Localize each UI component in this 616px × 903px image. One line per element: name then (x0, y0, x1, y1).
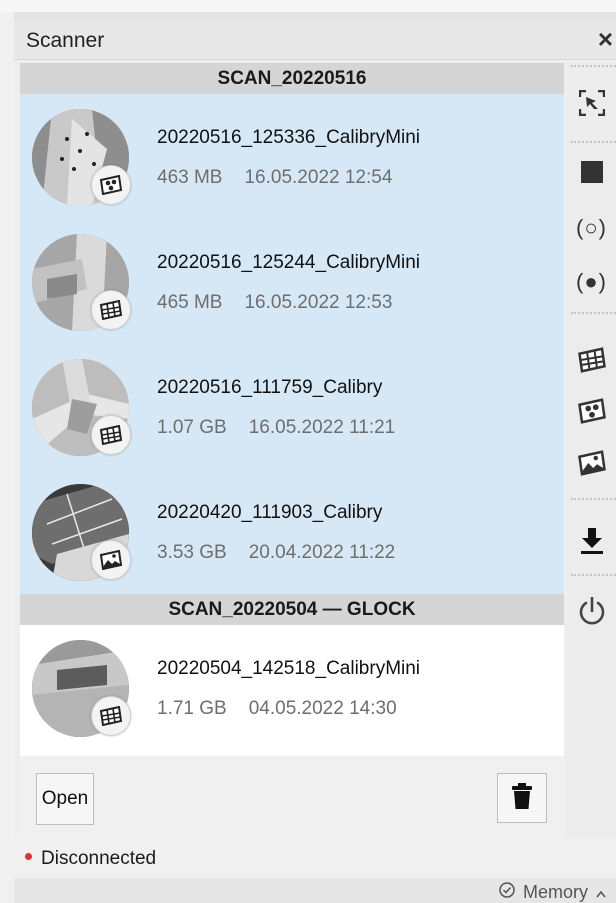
window-top-bar (14, 12, 616, 21)
scan-meta: 1.07 GB 16.05.2022 11:21 (157, 417, 395, 439)
scan-name: 20220516_125244_CalibryMini (157, 252, 421, 273)
texture-icon[interactable] (567, 389, 616, 433)
status-dot (25, 853, 32, 861)
list-item[interactable]: 20220516_125336_CalibryMini 463 MB 16.05.… (20, 94, 564, 219)
mesh-icon[interactable] (567, 338, 616, 382)
scan-meta: 3.53 GB 20.04.2022 11:22 (157, 542, 395, 564)
scan-target-icon[interactable] (567, 81, 616, 125)
sensor-on-glyph: (●) (576, 269, 607, 294)
image-icon (91, 540, 131, 580)
scan-name: 20220504_142518_CalibryMini (157, 658, 421, 679)
memory-button[interactable]: Memory (499, 882, 606, 903)
status-text: Disconnected (41, 848, 157, 869)
scan-date: 16.05.2022 12:54 (244, 167, 393, 188)
scan-date: 04.05.2022 14:30 (248, 698, 397, 719)
scan-size: 1.07 GB (157, 417, 227, 438)
list-item[interactable]: 20220516_125244_CalibryMini 465 MB 16.05.… (20, 219, 564, 344)
sensor-on-icon[interactable]: (●) (567, 260, 616, 304)
connection-status: Disconnected (25, 848, 156, 870)
open-button[interactable]: Open (36, 773, 94, 825)
trash-icon (512, 782, 532, 814)
scan-size: 3.53 GB (157, 542, 227, 563)
power-icon[interactable] (567, 590, 616, 634)
toolbar-separator (571, 498, 616, 500)
scan-name: 20220420_111903_Calibry (157, 502, 383, 523)
mesh-icon (91, 290, 131, 330)
scan-name: 20220516_111759_Calibry (157, 377, 383, 398)
group-header[interactable]: SCAN_20220504 — GLOCK (20, 594, 564, 625)
stop-icon[interactable] (567, 150, 616, 194)
sensor-off-icon[interactable]: (○) (567, 206, 616, 250)
scan-date: 20.04.2022 11:22 (248, 542, 396, 563)
scan-date: 16.05.2022 11:21 (248, 417, 396, 438)
group-header[interactable]: SCAN_20220516 (20, 63, 564, 94)
check-circle-icon (499, 882, 515, 903)
scan-meta: 1.71 GB 04.05.2022 14:30 (157, 698, 397, 720)
scan-size: 1.71 GB (157, 698, 227, 719)
scanner-panel: Scanner × SCAN_20220516 20220516_125336_… (14, 21, 616, 837)
download-icon[interactable] (567, 519, 616, 563)
mesh-icon (91, 696, 131, 736)
toolbar-separator (571, 141, 616, 143)
mesh-icon (91, 415, 131, 455)
scan-name: 20220516_125336_CalibryMini (157, 127, 421, 148)
window-top-strip (0, 0, 616, 12)
list-item[interactable]: 20220504_142518_CalibryMini 1.71 GB 04.05… (20, 625, 564, 750)
bottom-bar: Memory (14, 878, 616, 903)
list-item[interactable]: 20220516_111759_Calibry 1.07 GB 16.05.202… (20, 344, 564, 469)
image-icon[interactable] (567, 441, 616, 485)
scan-meta: 463 MB 16.05.2022 12:54 (157, 167, 392, 189)
group-items: 20220516_125336_CalibryMini 463 MB 16.05.… (20, 94, 564, 594)
texture-icon (91, 165, 131, 205)
chevron-up-icon (596, 882, 606, 903)
scan-list: SCAN_20220516 20220516_125336_CalibryMin… (20, 63, 564, 777)
panel-titlebar: Scanner × (14, 21, 616, 60)
toolbar-separator (571, 65, 616, 67)
panel-title: Scanner (26, 29, 105, 52)
sensor-off-glyph: (○) (576, 215, 607, 240)
close-icon[interactable]: × (598, 26, 613, 52)
scan-size: 463 MB (157, 167, 223, 188)
right-toolbar: (○) (●) (567, 63, 616, 837)
scan-date: 16.05.2022 12:53 (244, 292, 393, 313)
toolbar-separator (571, 312, 616, 314)
scan-meta: 465 MB 16.05.2022 12:53 (157, 292, 392, 314)
scan-size: 465 MB (157, 292, 223, 313)
delete-button[interactable] (497, 773, 547, 823)
panel-footer: Open (20, 756, 564, 837)
toolbar-separator (571, 574, 616, 576)
memory-label: Memory (522, 882, 588, 902)
list-item[interactable]: 20220420_111903_Calibry 3.53 GB 20.04.202… (20, 469, 564, 594)
group-items: 20220504_142518_CalibryMini 1.71 GB 04.05… (20, 625, 564, 750)
